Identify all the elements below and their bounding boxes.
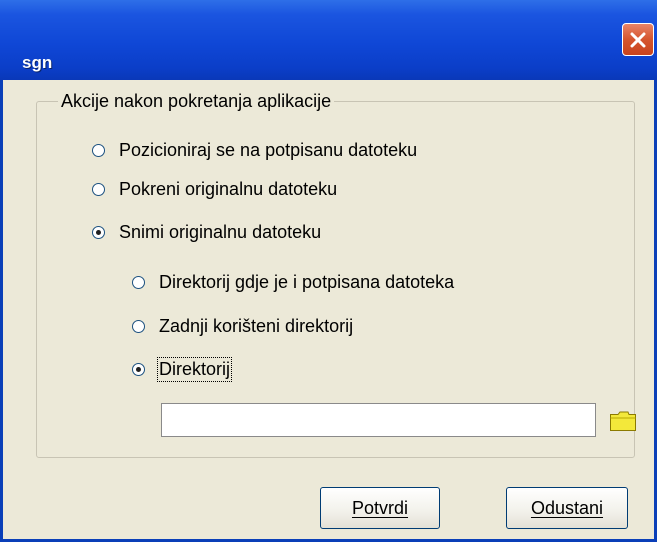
radio-label: Zadnji korišteni direktorij [159,316,354,336]
radio-label: Pozicioniraj se na potpisanu datoteku [119,140,418,160]
folder-icon [610,411,636,431]
radio-position-on-signed-file[interactable]: Pozicioniraj se na potpisanu datoteku [92,140,417,161]
radio-label: Direktorij [156,357,233,382]
radio-last-used-directory[interactable]: Zadnji korišteni direktorij [132,316,353,337]
radio-open-original-file[interactable]: Pokreni originalnu datoteku [92,179,337,200]
radio-button[interactable] [92,144,105,157]
radio-button[interactable] [92,226,105,239]
confirm-button[interactable]: Potvrdi [320,487,440,529]
radio-custom-directory[interactable]: Direktorij [132,357,233,382]
radio-save-original-file[interactable]: Snimi originalnu datoteku [92,222,321,243]
radio-signed-file-directory[interactable]: Direktorij gdje je i potpisana datoteka [132,272,454,293]
radio-button[interactable] [92,183,105,196]
cancel-button-label: Odustani [530,497,604,518]
cancel-button[interactable]: Odustani [506,487,628,529]
radio-label: Snimi originalnu datoteku [119,222,322,242]
groupbox-legend: Akcije nakon pokretanja aplikacije [58,91,335,112]
close-icon [630,32,646,47]
close-button[interactable] [622,23,654,56]
title-bar[interactable]: sgn [0,0,657,80]
radio-button[interactable] [132,276,145,289]
window-title: sgn [22,53,53,72]
radio-label: Direktorij gdje je i potpisana datoteka [159,272,455,292]
radio-button[interactable] [132,363,145,376]
directory-path-input[interactable] [161,403,596,437]
radio-button[interactable] [132,320,145,333]
confirm-button-label: Potvrdi [351,497,409,518]
browse-folder-button[interactable] [609,410,637,437]
radio-label: Pokreni originalnu datoteku [119,179,338,199]
